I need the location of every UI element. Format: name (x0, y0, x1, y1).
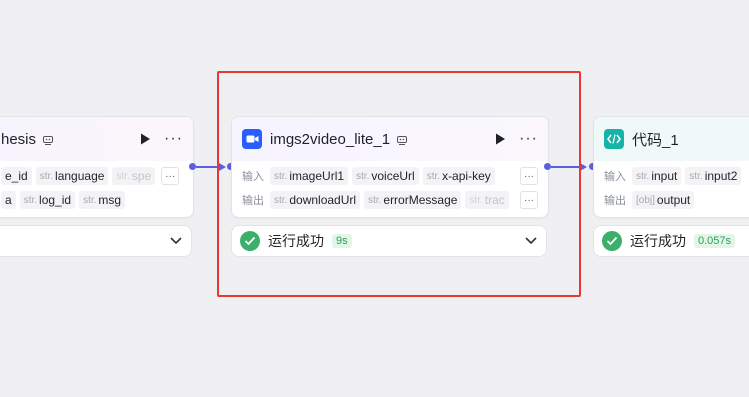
output-chip: [obj] output (632, 191, 695, 209)
node-code-header[interactable]: 代码_1 (594, 117, 749, 161)
output-label: 输出 (604, 195, 626, 207)
node-left-title: hesis (1, 130, 37, 148)
selection-highlight (217, 71, 581, 297)
status-text: 运行成功 (630, 233, 686, 249)
check-circle-icon (602, 231, 622, 251)
node-left[interactable]: hesis ··· e_id str. language str. spe ··· … (0, 116, 194, 218)
node-left-header[interactable]: hesis ··· (0, 117, 193, 161)
node-left-outputs: a str. log_id str. msg (0, 189, 193, 211)
output-chip: str. msg (79, 191, 126, 209)
input-chip: str. input (632, 167, 682, 185)
node-left-status-bar[interactable] (0, 225, 192, 257)
node-code-status-bar[interactable]: 运行成功 0.057s (593, 225, 749, 257)
input-chip: str. language (35, 167, 109, 185)
chevron-down-icon[interactable] (169, 234, 183, 248)
input-label: 输入 (604, 171, 626, 183)
node-code[interactable]: 代码_1 输入 str. input str. input2 输出 [obj] out… (593, 116, 749, 218)
edge-arrow (580, 163, 587, 171)
input-chip: str. input2 (685, 167, 742, 185)
node-code-inputs: 输入 str. input str. input2 (594, 165, 749, 187)
more-inputs-button[interactable]: ··· (161, 167, 180, 185)
robot-flag-icon (42, 133, 54, 145)
node-code-outputs: 输出 [obj] output (594, 189, 749, 211)
workflow-canvas[interactable]: hesis ··· e_id str. language str. spe ··· … (0, 0, 749, 397)
play-icon[interactable] (138, 132, 152, 146)
input-chip: str. spe (112, 167, 156, 185)
more-dots-icon[interactable]: ··· (164, 131, 183, 147)
run-time-badge: 0.057s (694, 234, 736, 248)
output-port-dot[interactable] (189, 163, 196, 170)
input-chip: e_id (1, 167, 32, 185)
output-chip: a (1, 191, 16, 209)
node-left-inputs: e_id str. language str. spe ··· (0, 165, 193, 187)
output-chip: str. log_id (19, 191, 76, 209)
code-brackets-icon (604, 129, 624, 149)
node-code-title: 代码_1 (632, 131, 679, 149)
